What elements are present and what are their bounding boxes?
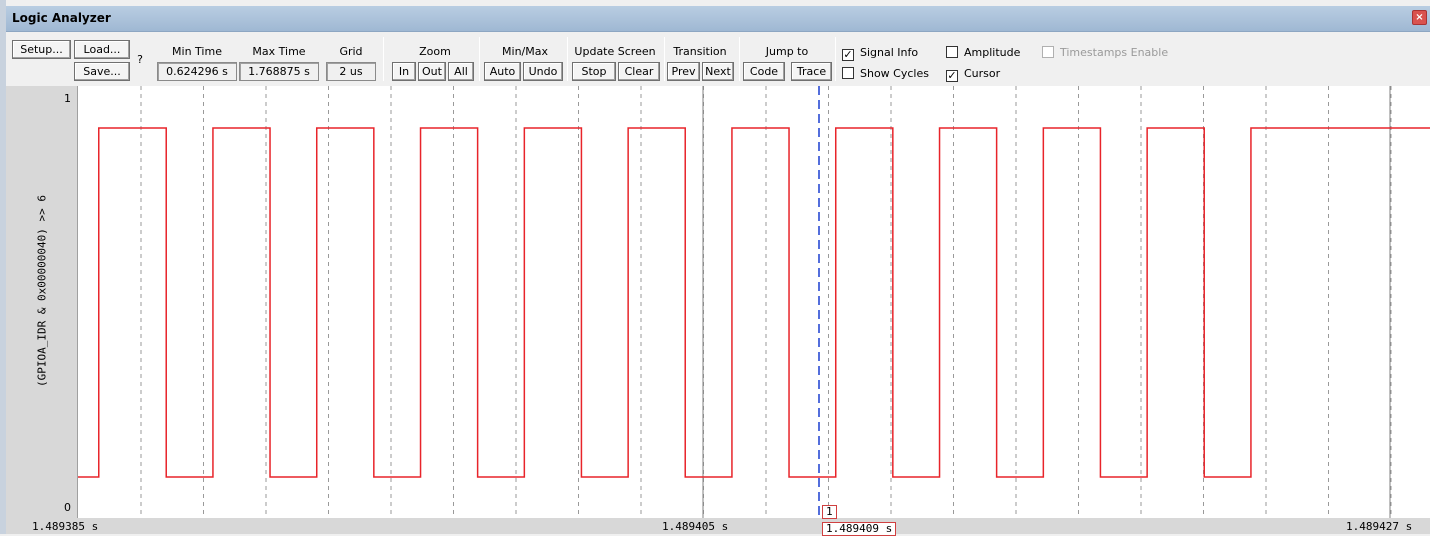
separator [835,37,836,81]
help-button[interactable]: ? [134,53,146,66]
separator [479,37,480,81]
logic-analyzer-window: Logic Analyzer × Setup... Load... Save..… [0,0,1430,536]
close-icon[interactable]: × [1412,10,1427,25]
title-bar: Logic Analyzer × [6,6,1430,32]
time-mid-label: 1.489405 s [662,520,729,533]
load-button[interactable]: Load... [74,40,130,59]
amplitude-checkbox[interactable]: Amplitude [946,46,1020,59]
toolbar: Setup... Load... Save... ? Min Time 0.62… [6,33,1430,85]
window-title: Logic Analyzer [12,11,111,25]
checkbox-empty-icon [1042,46,1054,58]
separator [739,37,740,81]
minmax-label: Min/Max [502,45,548,58]
transition-label: Transition [673,45,727,58]
amplitude-label: Amplitude [964,46,1021,59]
grid-value: 2 us [326,62,376,81]
timestamps-enable-label: Timestamps Enable [1060,46,1169,59]
y-max-label: 1 [64,92,71,105]
checkbox-empty-icon [946,46,958,58]
max-time-label: Max Time [252,45,306,58]
zoom-in-button[interactable]: In [392,62,416,81]
stop-button[interactable]: Stop [572,62,616,81]
cursor-value-flag: 1 [822,505,837,519]
setup-button[interactable]: Setup... [12,40,71,59]
update-screen-label: Update Screen [574,45,656,58]
save-button[interactable]: Save... [74,62,130,81]
y-min-label: 0 [64,501,71,514]
signal-name: (GPIOA_IDR & 0x00000040) >> 6 [35,194,49,388]
separator [383,37,384,81]
signal-info-checkbox[interactable]: ✓ Signal Info [842,46,918,61]
cursor-checkbox[interactable]: ✓ Cursor [946,67,1000,82]
zoom-all-button[interactable]: All [448,62,474,81]
cursor-label: Cursor [964,67,1001,80]
prev-button[interactable]: Prev [667,62,700,81]
separator [567,37,568,81]
show-cycles-label: Show Cycles [860,67,929,80]
separator [664,37,665,81]
trace-button[interactable]: Trace [791,62,832,81]
jump-to-label: Jump to [765,45,809,58]
show-cycles-checkbox[interactable]: Show Cycles [842,67,929,80]
signal-info-label: Signal Info [860,46,919,59]
code-button[interactable]: Code [743,62,785,81]
zoom-out-button[interactable]: Out [418,62,446,81]
undo-button[interactable]: Undo [523,62,563,81]
time-start-label: 1.489385 s [32,520,99,533]
checkbox-empty-icon [842,67,854,79]
time-end-label: 1.489427 s [1346,520,1413,533]
signal-name-panel[interactable]: 1 (GPIOA_IDR & 0x00000040) >> 6 0 [6,86,78,518]
auto-button[interactable]: Auto [484,62,521,81]
min-time-label: Min Time [172,45,222,58]
zoom-label: Zoom [419,45,451,58]
waveform-plot[interactable] [78,86,1430,518]
waveform-svg [78,86,1430,518]
next-button[interactable]: Next [702,62,734,81]
signal-trace [78,127,1430,478]
time-axis: 1.489385 s 1.489405 s 1.489427 s [6,518,1430,534]
checkbox-checked-icon: ✓ [946,69,958,82]
checkbox-checked-icon: ✓ [842,48,854,61]
clear-button[interactable]: Clear [618,62,660,81]
timestamps-enable-checkbox: Timestamps Enable [1042,46,1168,59]
max-time-value: 1.768875 s [239,62,319,81]
grid-label: Grid [339,45,363,58]
min-time-value: 0.624296 s [157,62,237,81]
